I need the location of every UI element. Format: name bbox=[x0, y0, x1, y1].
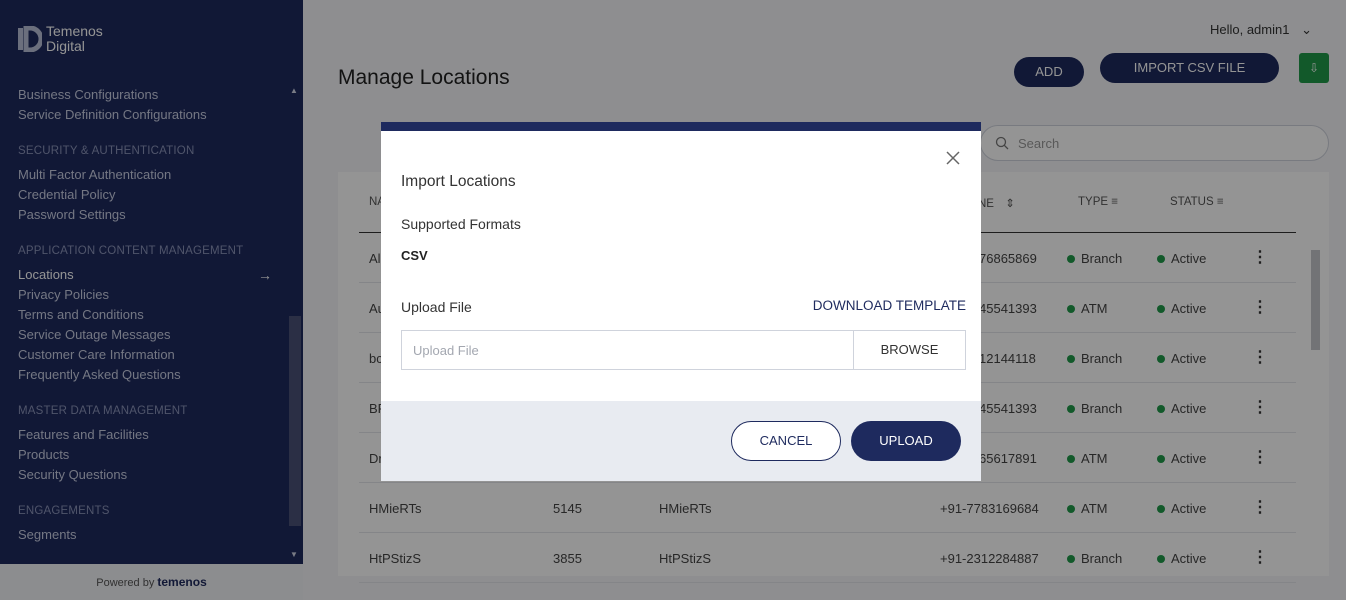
supported-formats-value: CSV bbox=[401, 248, 428, 263]
upload-button[interactable]: UPLOAD bbox=[851, 421, 961, 461]
supported-formats-label: Supported Formats bbox=[401, 216, 521, 232]
browse-button[interactable]: BROWSE bbox=[853, 330, 966, 370]
cancel-button[interactable]: CANCEL bbox=[731, 421, 841, 461]
close-icon[interactable] bbox=[945, 150, 961, 166]
dialog-title: Import Locations bbox=[401, 173, 516, 190]
download-template-link[interactable]: DOWNLOAD TEMPLATE bbox=[813, 298, 966, 313]
upload-file-input[interactable] bbox=[401, 330, 854, 370]
upload-file-label: Upload File bbox=[401, 299, 472, 315]
dialog-footer: CANCEL UPLOAD bbox=[381, 401, 981, 481]
dialog-accent-bar bbox=[381, 122, 981, 131]
import-locations-dialog: Import Locations Supported Formats CSV U… bbox=[381, 122, 981, 481]
